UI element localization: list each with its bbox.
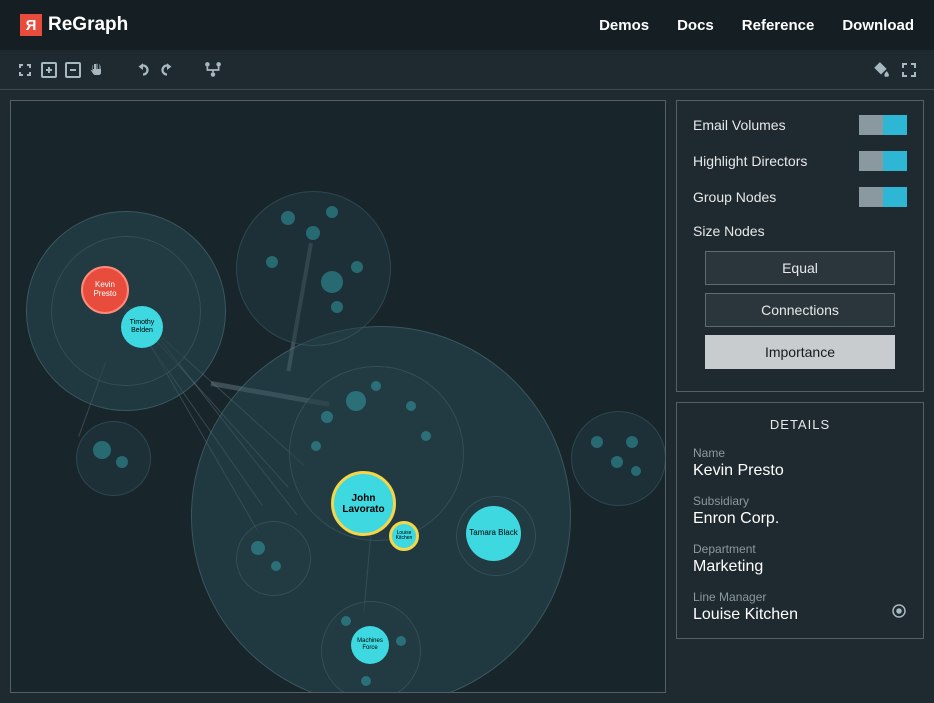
size-equal-button[interactable]: Equal — [705, 251, 895, 285]
node-timothy-belden[interactable]: Timothy Belden — [121, 306, 163, 348]
detail-manager-label: Line Manager — [693, 590, 798, 604]
nav-docs[interactable]: Docs — [677, 17, 714, 34]
graph-node[interactable] — [321, 271, 343, 293]
detail-department-value: Marketing — [693, 558, 907, 576]
graph-node[interactable] — [326, 206, 338, 218]
graph-node[interactable] — [406, 401, 416, 411]
group-nodes-toggle[interactable] — [859, 187, 907, 207]
logo[interactable]: Я ReGraph — [20, 14, 128, 36]
size-connections-button[interactable]: Connections — [705, 293, 895, 327]
graph-node[interactable] — [396, 636, 406, 646]
graph-node[interactable] — [331, 301, 343, 313]
graph-node[interactable] — [281, 211, 295, 225]
highlight-directors-label: Highlight Directors — [693, 153, 807, 169]
zoom-in-button[interactable] — [38, 59, 60, 81]
graph-node[interactable] — [361, 676, 371, 686]
app-header: Я ReGraph Demos Docs Reference Download — [0, 0, 934, 50]
graph-node[interactable] — [93, 441, 111, 459]
graph-node[interactable] — [631, 466, 641, 476]
toolbar — [0, 50, 934, 90]
graph-node[interactable] — [266, 256, 278, 268]
node-tamara-black[interactable]: Tamara Black — [466, 506, 521, 561]
graph-node[interactable] — [591, 436, 603, 448]
logo-text: ReGraph — [48, 14, 128, 36]
detail-name-value: Kevin Presto — [693, 462, 907, 480]
graph-node[interactable] — [251, 541, 265, 555]
details-panel: DETAILS Name Kevin Presto Subsidiary Enr… — [676, 402, 924, 639]
graph-node[interactable] — [321, 411, 333, 423]
controls-panel: Email Volumes Highlight Directors Group … — [676, 100, 924, 392]
layout-button[interactable] — [202, 59, 224, 81]
graph-node[interactable] — [116, 456, 128, 468]
detail-department-label: Department — [693, 542, 907, 556]
nav-download[interactable]: Download — [842, 17, 914, 34]
zoom-out-button[interactable] — [62, 59, 84, 81]
node-john-lavorato[interactable]: John Lavorato — [331, 471, 396, 536]
graph-node[interactable] — [271, 561, 281, 571]
highlight-directors-toggle[interactable] — [859, 151, 907, 171]
redo-button[interactable] — [156, 59, 178, 81]
graph-node[interactable] — [421, 431, 431, 441]
graph-node[interactable] — [346, 391, 366, 411]
graph-node[interactable] — [371, 381, 381, 391]
graph-canvas[interactable]: Kevin Presto Timothy Belden John Lavorat… — [10, 100, 666, 693]
size-nodes-label: Size Nodes — [693, 223, 907, 239]
nav-demos[interactable]: Demos — [599, 17, 649, 34]
fit-view-button[interactable] — [14, 59, 36, 81]
main-content: Kevin Presto Timothy Belden John Lavorat… — [0, 90, 934, 703]
detail-manager-value: Louise Kitchen — [693, 606, 798, 624]
fill-button[interactable] — [870, 59, 892, 81]
node-kevin-presto[interactable]: Kevin Presto — [81, 266, 129, 314]
email-volumes-toggle[interactable] — [859, 115, 907, 135]
pan-button[interactable] — [86, 59, 108, 81]
detail-subsidiary-value: Enron Corp. — [693, 510, 907, 528]
detail-subsidiary-label: Subsidiary — [693, 494, 907, 508]
nav-reference[interactable]: Reference — [742, 17, 815, 34]
detail-name-label: Name — [693, 446, 907, 460]
main-nav: Demos Docs Reference Download — [599, 17, 914, 34]
graph-node[interactable] — [351, 261, 363, 273]
node-louise-kitchen[interactable]: Louise Kitchen — [389, 521, 419, 551]
email-volumes-label: Email Volumes — [693, 117, 786, 133]
node-machines-force[interactable]: Machines Force — [351, 626, 389, 664]
group-nodes-label: Group Nodes — [693, 189, 776, 205]
side-panels: Email Volumes Highlight Directors Group … — [676, 100, 924, 693]
undo-button[interactable] — [132, 59, 154, 81]
fullscreen-button[interactable] — [898, 59, 920, 81]
locate-icon[interactable] — [891, 603, 907, 624]
logo-icon: Я — [20, 14, 42, 36]
details-title: DETAILS — [693, 417, 907, 432]
graph-node[interactable] — [611, 456, 623, 468]
graph-node[interactable] — [341, 616, 351, 626]
graph-node[interactable] — [311, 441, 321, 451]
graph-node[interactable] — [626, 436, 638, 448]
graph-node[interactable] — [306, 226, 320, 240]
size-importance-button[interactable]: Importance — [705, 335, 895, 369]
